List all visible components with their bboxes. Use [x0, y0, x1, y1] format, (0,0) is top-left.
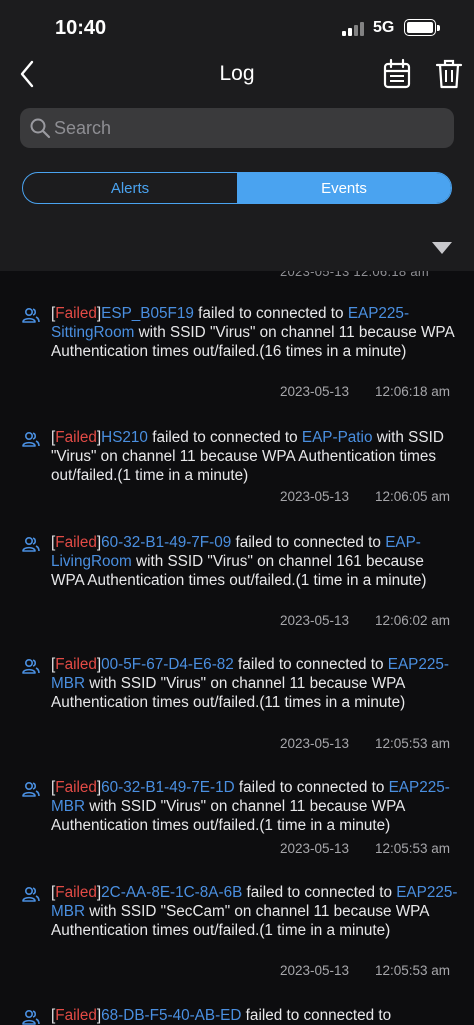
- log-time: 12:06:18 am: [375, 384, 451, 399]
- log-date: 2023-05-13: [280, 736, 350, 751]
- log-entry[interactable]: [Failed]HS210 failed to connected to EAP…: [0, 428, 474, 538]
- log-entry[interactable]: [Failed]60-32-B1-49-7F-09 failed to conn…: [0, 533, 474, 643]
- failed-tag: Failed: [55, 429, 97, 446]
- log-message: [Failed]2C-AA-8E-1C-8A-6B failed to conn…: [51, 884, 458, 939]
- log-message: [Failed]HS210 failed to connected to EAP…: [51, 429, 444, 484]
- search-input[interactable]: Search: [20, 108, 454, 148]
- log-entry[interactable]: [Failed]2C-AA-8E-1C-8A-6B failed to conn…: [0, 883, 474, 993]
- users-icon: [22, 781, 40, 797]
- device-link[interactable]: 60-32-B1-49-7E-1D: [101, 779, 235, 796]
- tab-events[interactable]: Events: [237, 173, 451, 203]
- calendar-icon: [383, 58, 411, 89]
- users-icon: [22, 886, 40, 902]
- log-time: 12:06:05 am: [375, 489, 451, 504]
- filter-panel: Search Alerts Events: [0, 98, 474, 271]
- device-link[interactable]: HS210: [101, 429, 148, 446]
- log-entry[interactable]: [Failed]00-5F-67-D4-E6-82 failed to conn…: [0, 655, 474, 765]
- device-link[interactable]: 68-DB-F5-40-AB-ED: [101, 1007, 241, 1024]
- log-date: 2023-05-13: [280, 841, 350, 856]
- log-time: 12:05:53 am: [375, 841, 451, 856]
- failed-tag: Failed: [55, 656, 97, 673]
- device-link[interactable]: 2C-AA-8E-1C-8A-6B: [101, 884, 242, 901]
- log-list[interactable]: 2023-05-13 12:06:18 am [Failed]ESP_B05F1…: [0, 271, 474, 1025]
- search-placeholder: Search: [54, 118, 112, 138]
- failed-tag: Failed: [55, 305, 97, 322]
- users-icon: [22, 431, 40, 447]
- device-link[interactable]: 60-32-B1-49-7F-09: [101, 534, 231, 551]
- failed-tag: Failed: [55, 1007, 97, 1024]
- search-icon: [30, 118, 51, 139]
- users-icon: [22, 658, 40, 674]
- log-date: 2023-05-13: [280, 489, 350, 504]
- access-point-link[interactable]: EAP-Patio: [302, 429, 373, 446]
- nav-bar: Log: [0, 56, 474, 98]
- clipped-timestamp: 2023-05-13 12:06:18 am: [280, 271, 429, 279]
- cellular-signal-icon: [342, 22, 366, 36]
- log-time: 12:05:53 am: [375, 736, 451, 751]
- expand-filter-icon[interactable]: [432, 242, 452, 254]
- log-message: [Failed]60-32-B1-49-7F-09 failed to conn…: [51, 534, 427, 589]
- log-entry[interactable]: [Failed]60-32-B1-49-7E-1D failed to conn…: [0, 778, 474, 888]
- network-type: 5G: [373, 19, 395, 36]
- log-time: 12:05:53 am: [375, 963, 451, 978]
- status-bar: 10:40 5G: [0, 0, 474, 56]
- log-time: 12:06:02 am: [375, 613, 451, 628]
- log-message: [Failed]ESP_B05F19 failed to connected t…: [51, 305, 454, 360]
- log-type-segmented-control: Alerts Events: [22, 172, 452, 204]
- delete-button[interactable]: [434, 58, 464, 90]
- log-message: [Failed]68-DB-F5-40-AB-ED failed to conn…: [51, 1007, 392, 1024]
- log-message: [Failed]60-32-B1-49-7E-1D failed to conn…: [51, 779, 450, 834]
- log-message: [Failed]00-5F-67-D4-E6-82 failed to conn…: [51, 656, 449, 711]
- device-link[interactable]: ESP_B05F19: [101, 305, 194, 322]
- calendar-button[interactable]: [382, 58, 412, 90]
- users-icon: [22, 536, 40, 552]
- log-entry[interactable]: [Failed]68-DB-F5-40-AB-ED failed to conn…: [0, 1006, 474, 1025]
- log-date: 2023-05-13: [280, 613, 350, 628]
- users-icon: [22, 1009, 40, 1025]
- tab-alerts[interactable]: Alerts: [23, 173, 237, 203]
- users-icon: [22, 307, 40, 323]
- log-date: 2023-05-13: [280, 384, 350, 399]
- device-link[interactable]: 00-5F-67-D4-E6-82: [101, 656, 234, 673]
- log-date: 2023-05-13: [280, 963, 350, 978]
- status-time: 10:40: [55, 17, 107, 39]
- failed-tag: Failed: [55, 884, 97, 901]
- failed-tag: Failed: [55, 779, 97, 796]
- log-entry[interactable]: [Failed]ESP_B05F19 failed to connected t…: [0, 304, 474, 414]
- trash-icon: [435, 59, 463, 89]
- failed-tag: Failed: [55, 534, 97, 551]
- battery-icon: [404, 19, 440, 36]
